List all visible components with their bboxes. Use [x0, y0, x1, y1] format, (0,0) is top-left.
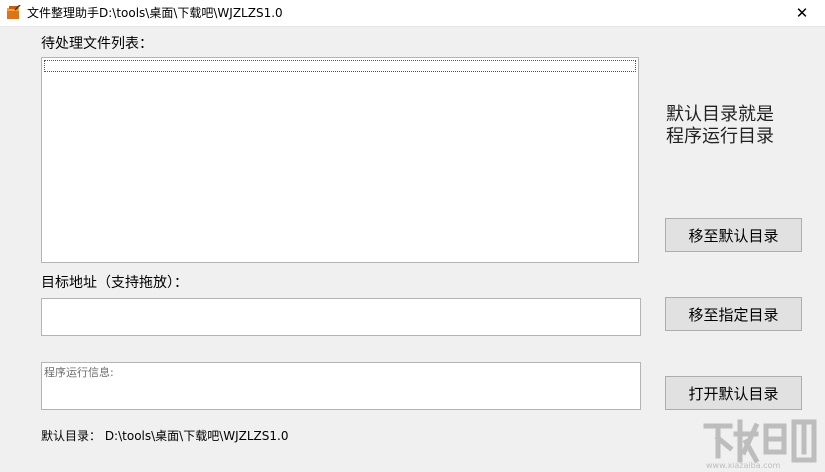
list-focus-row	[44, 60, 636, 72]
move-to-default-button[interactable]: 移至默认目录	[665, 218, 802, 252]
default-dir-note: 默认目录就是 程序运行目录	[666, 104, 774, 148]
run-info-box[interactable]: 程序运行信息:	[41, 362, 641, 410]
target-path-input[interactable]	[41, 298, 641, 336]
default-dir-status: 默认目录： D:\tools\桌面\下载吧\WJZLZS1.0	[41, 429, 289, 443]
file-list[interactable]	[41, 57, 639, 263]
watermark-logo: www.xiazaiba.com	[703, 419, 817, 470]
target-label: 目标地址（支持拖放）：	[41, 275, 188, 291]
file-list-label: 待处理文件列表：	[41, 36, 153, 52]
note-line-2: 程序运行目录	[666, 126, 774, 147]
window-title: 文件整理助手D:\tools\桌面\下载吧\WJZLZS1.0	[27, 6, 283, 20]
close-icon: ✕	[795, 4, 809, 22]
open-default-button[interactable]: 打开默认目录	[665, 376, 802, 410]
close-button[interactable]: ✕	[779, 0, 825, 26]
note-line-1: 默认目录就是	[666, 104, 774, 125]
app-icon	[7, 5, 21, 19]
move-to-specified-button[interactable]: 移至指定目录	[665, 297, 802, 331]
svg-text:www.xiazaiba.com: www.xiazaiba.com	[706, 461, 780, 470]
run-info-placeholder: 程序运行信息:	[44, 366, 114, 379]
title-bar: 文件整理助手D:\tools\桌面\下载吧\WJZLZS1.0 ✕	[0, 0, 825, 27]
